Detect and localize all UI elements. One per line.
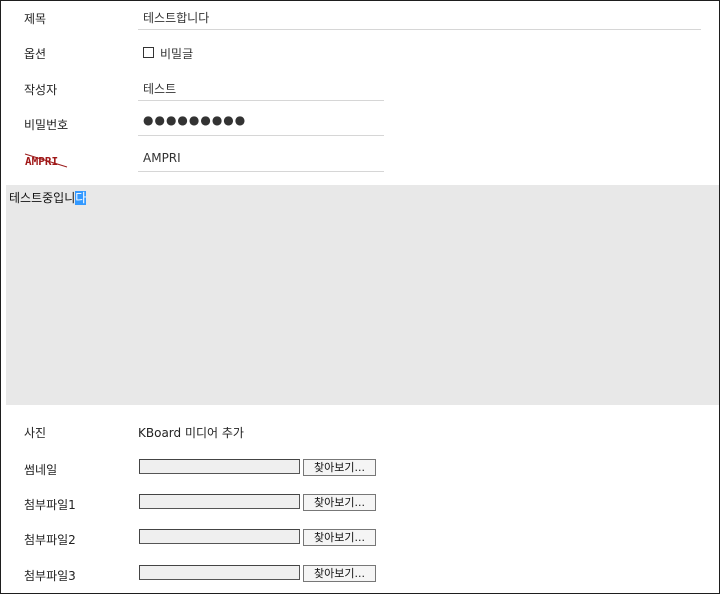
attachment3-file-input[interactable] xyxy=(139,565,300,580)
attachment3-row: 첨부파일3 찾아보기... xyxy=(1,558,719,593)
captcha-image: AMPRI xyxy=(24,153,68,168)
captcha-value: AMPRI xyxy=(143,151,181,165)
secret-checkbox[interactable] xyxy=(143,47,154,58)
attachment3-label: 첨부파일3 xyxy=(24,569,76,583)
post-write-form: 제목 테스트합니다 옵션 비밀글 작성자 테스트 비밀번호 ●●●●●●●●● … xyxy=(0,0,720,594)
options-label: 옵션 xyxy=(24,47,47,61)
photo-label: 사진 xyxy=(24,426,47,440)
author-label: 작성자 xyxy=(24,83,58,97)
attachment2-row: 첨부파일2 찾아보기... xyxy=(1,522,719,557)
attachment2-label: 첨부파일2 xyxy=(24,533,76,547)
captcha-image-text: AMPRI xyxy=(25,155,58,168)
photo-row: 사진 KBoard 미디어 추가 xyxy=(1,415,719,450)
add-media-link[interactable]: KBoard 미디어 추가 xyxy=(138,424,244,441)
author-row: 작성자 테스트 xyxy=(1,72,719,107)
title-input[interactable]: 테스트합니다 xyxy=(138,1,701,30)
attachment2-browse-button[interactable]: 찾아보기... xyxy=(303,529,376,546)
attachment1-label: 첨부파일1 xyxy=(24,498,76,512)
content-editor[interactable]: 테스트중입니다 xyxy=(6,185,719,405)
title-value: 테스트합니다 xyxy=(143,11,210,25)
attachment1-browse-button[interactable]: 찾아보기... xyxy=(303,494,376,511)
password-value: ●●●●●●●●● xyxy=(143,113,247,127)
captcha-input[interactable]: AMPRI xyxy=(138,143,384,172)
editor-content: 테스트중입니다 xyxy=(9,189,87,206)
title-label: 제목 xyxy=(24,12,47,26)
attachment1-row: 첨부파일1 찾아보기... xyxy=(1,487,719,522)
thumbnail-row: 썸네일 찾아보기... xyxy=(1,452,719,487)
author-value: 테스트 xyxy=(143,82,177,96)
editor-text: 테스트중입니 xyxy=(9,191,76,205)
thumbnail-browse-button[interactable]: 찾아보기... xyxy=(303,459,376,476)
secret-checkbox-label[interactable]: 비밀글 xyxy=(160,45,193,62)
attachment3-browse-button[interactable]: 찾아보기... xyxy=(303,565,376,582)
attachment1-file-input[interactable] xyxy=(139,494,300,509)
editor-selected-text: 다 xyxy=(75,191,87,205)
password-row: 비밀번호 ●●●●●●●●● xyxy=(1,107,719,142)
thumbnail-label: 썸네일 xyxy=(24,463,58,477)
password-input[interactable]: ●●●●●●●●● xyxy=(138,107,384,136)
author-input[interactable]: 테스트 xyxy=(138,72,384,101)
options-row: 옵션 비밀글 xyxy=(1,36,719,71)
password-label: 비밀번호 xyxy=(24,118,69,132)
thumbnail-file-input[interactable] xyxy=(139,459,300,474)
captcha-row: AMPRI AMPRI xyxy=(1,143,719,178)
title-row: 제목 테스트합니다 xyxy=(1,1,719,36)
attachment2-file-input[interactable] xyxy=(139,529,300,544)
